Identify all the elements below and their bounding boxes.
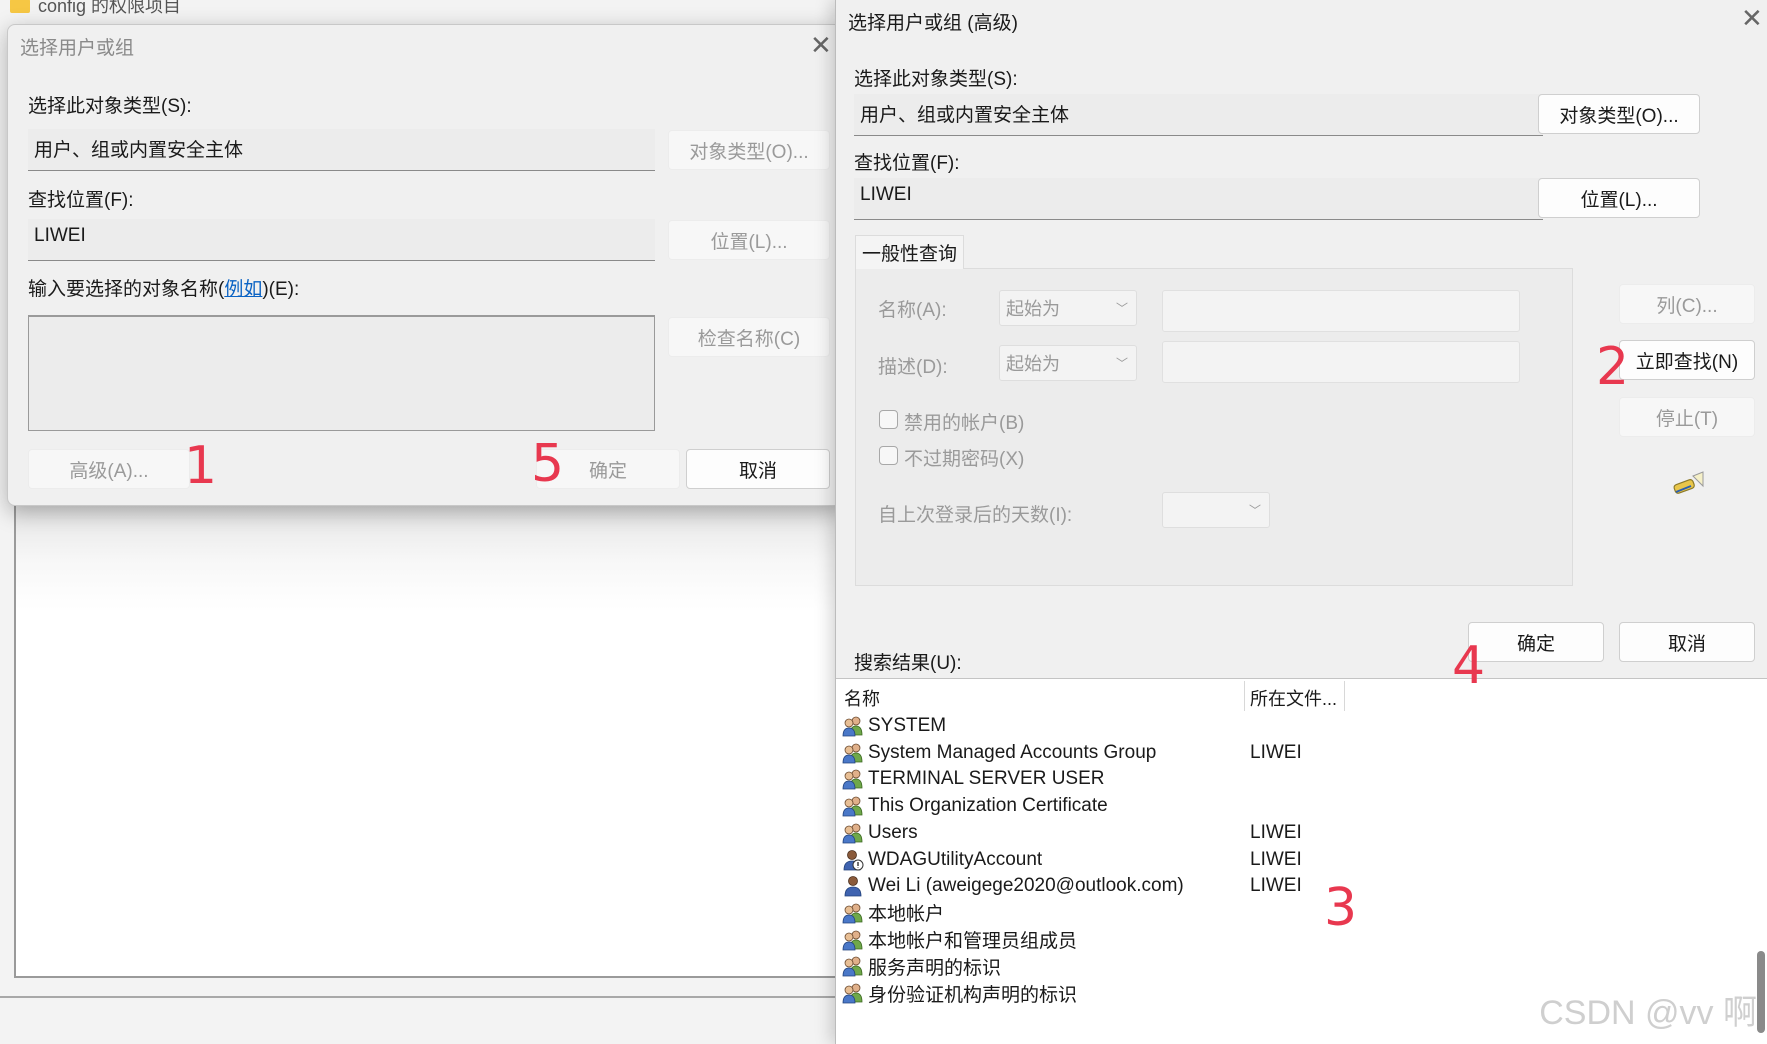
advanced-select-users-dialog: 选择用户或组 (高级) ✕ 选择此对象类型(S): 用户、组或内置安全主体 对象…: [835, 0, 1767, 1044]
group-icon: [842, 902, 864, 924]
close-icon[interactable]: ✕: [810, 33, 832, 59]
folder-title: config 的权限项目: [10, 0, 181, 18]
result-name: 本地帐户和管理员组成员: [868, 931, 1078, 953]
divider: [0, 996, 840, 998]
result-name: WDAGUtilityAccount: [868, 848, 1043, 870]
days-since-logon-label: 自上次登录后的天数(I):: [878, 505, 1073, 526]
tab-common-queries[interactable]: 一般性查询: [855, 235, 964, 269]
search-results-label: 搜索结果(U):: [854, 653, 962, 674]
list-item[interactable]: WDAGUtilityAccount LIWEI: [842, 845, 1302, 875]
annotation-marker-2: 2: [1596, 337, 1630, 397]
permissions-panel: [14, 480, 840, 978]
annotation-marker-4: 4: [1452, 636, 1486, 696]
result-name: 身份验证机构声明的标识: [868, 984, 1078, 1006]
name-match-select[interactable]: 起始为 ﹀: [999, 290, 1137, 326]
check-names-button[interactable]: 检查名称(C): [668, 317, 830, 357]
enter-names-label: 输入要选择的对象名称(例如)(E):: [28, 279, 300, 300]
result-name: 服务声明的标识: [868, 957, 1002, 979]
result-name: TERMINAL SERVER USER: [868, 768, 1105, 790]
object-type-label: 选择此对象类型(S):: [854, 69, 1018, 90]
cancel-button[interactable]: 取消: [1619, 622, 1755, 662]
list-item[interactable]: 身份验证机构声明的标识: [842, 978, 1077, 1008]
scrollbar-thumb[interactable]: [1757, 951, 1765, 1033]
object-names-input[interactable]: [28, 315, 655, 431]
disabled-accounts-label: 禁用的帐户(B): [904, 413, 1025, 434]
object-type-field: 用户、组或内置安全主体: [854, 94, 1543, 136]
object-types-button[interactable]: 对象类型(O)...: [668, 130, 830, 170]
object-type-label: 选择此对象类型(S):: [28, 96, 192, 117]
list-item[interactable]: 本地帐户: [842, 898, 944, 928]
annotation-marker-5: 5: [531, 434, 565, 494]
description-match-select[interactable]: 起始为 ﹀: [999, 345, 1137, 381]
column-divider[interactable]: [1244, 681, 1245, 711]
chevron-down-icon: ﹀: [1115, 301, 1128, 316]
dialog-title: 选择用户或组: [20, 38, 135, 59]
result-location: LIWEI: [1250, 821, 1302, 843]
folder-icon: [10, 0, 30, 13]
result-name: Users: [868, 821, 918, 843]
cancel-button[interactable]: 取消: [686, 449, 830, 489]
column-header-location[interactable]: 所在文件...: [1250, 685, 1337, 711]
examples-link[interactable]: 例如: [224, 279, 262, 300]
columns-button[interactable]: 列(C)...: [1619, 284, 1755, 324]
disabled-user-icon: [842, 849, 864, 871]
list-item[interactable]: SYSTEM: [842, 711, 946, 741]
stop-button[interactable]: 停止(T): [1619, 397, 1755, 437]
result-location: LIWEI: [1250, 741, 1302, 763]
group-icon: [842, 768, 864, 790]
non-expiring-password-checkbox[interactable]: [879, 446, 898, 465]
group-icon: [842, 715, 864, 737]
result-name: 本地帐户: [868, 904, 945, 926]
close-icon[interactable]: ✕: [1741, 6, 1763, 32]
advanced-button[interactable]: 高级(A)...: [28, 449, 190, 489]
result-name: System Managed Accounts Group: [868, 741, 1157, 763]
column-divider[interactable]: [1344, 681, 1345, 711]
result-name: This Organization Certificate: [868, 795, 1108, 817]
select-users-dialog: 选择用户或组 ✕ 选择此对象类型(S): 用户、组或内置安全主体 对象类型(O)…: [7, 24, 842, 506]
find-now-button[interactable]: 立即查找(N): [1619, 340, 1755, 380]
result-name: Wei Li (aweigege2020@outlook.com): [868, 875, 1184, 897]
object-types-button[interactable]: 对象类型(O)...: [1538, 94, 1700, 134]
group-icon: [842, 955, 864, 977]
list-item[interactable]: Wei Li (aweigege2020@outlook.com) LIWEI: [842, 871, 1302, 901]
list-item[interactable]: 服务声明的标识: [842, 951, 1001, 981]
location-label: 查找位置(F):: [28, 190, 134, 211]
list-item[interactable]: Users LIWEI: [842, 818, 1302, 848]
location-label: 查找位置(F):: [854, 153, 960, 174]
days-since-logon-select[interactable]: ﹀: [1162, 492, 1270, 528]
group-icon: [842, 742, 864, 764]
description-input[interactable]: [1162, 341, 1520, 383]
result-name: SYSTEM: [868, 715, 947, 736]
column-header-name[interactable]: 名称: [844, 685, 880, 711]
list-item[interactable]: TERMINAL SERVER USER: [842, 764, 1105, 794]
result-location: LIWEI: [1250, 848, 1302, 870]
location-field: LIWEI: [28, 219, 655, 261]
name-input[interactable]: [1162, 290, 1520, 332]
locations-button[interactable]: 位置(L)...: [1538, 178, 1700, 218]
search-flashlight-icon: [1671, 470, 1705, 498]
dialog-title: 选择用户或组 (高级): [848, 13, 1018, 34]
user-icon: [842, 875, 864, 897]
locations-button[interactable]: 位置(L)...: [668, 220, 830, 260]
disabled-accounts-checkbox[interactable]: [879, 410, 898, 429]
list-item[interactable]: This Organization Certificate: [842, 791, 1108, 821]
name-label: 名称(A):: [878, 300, 947, 321]
watermark: CSDN @vv 啊: [1539, 994, 1757, 1032]
non-expiring-password-label: 不过期密码(X): [904, 449, 1025, 470]
list-item[interactable]: System Managed Accounts Group LIWEI: [842, 738, 1302, 768]
object-type-field: 用户、组或内置安全主体: [28, 129, 655, 171]
ok-button[interactable]: 确定: [1468, 622, 1604, 662]
group-icon: [842, 822, 864, 844]
chevron-down-icon: ﹀: [1115, 356, 1128, 371]
annotation-marker-1: 1: [184, 436, 218, 496]
group-icon: [842, 795, 864, 817]
description-label: 描述(D):: [878, 357, 948, 378]
list-item[interactable]: 本地帐户和管理员组成员: [842, 925, 1077, 955]
result-location: LIWEI: [1250, 875, 1302, 897]
annotation-marker-3: 3: [1324, 878, 1358, 938]
location-field: LIWEI: [854, 178, 1543, 220]
chevron-down-icon: ﹀: [1248, 503, 1261, 518]
group-icon: [842, 929, 864, 951]
group-icon: [842, 982, 864, 1004]
